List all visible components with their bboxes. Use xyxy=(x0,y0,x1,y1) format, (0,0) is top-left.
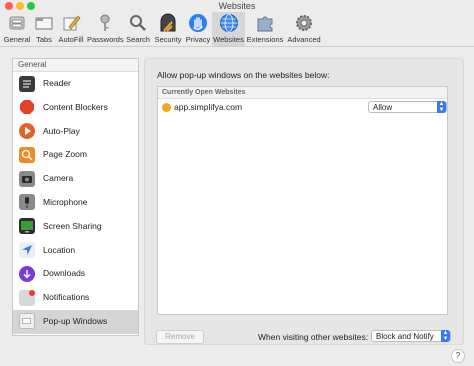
sidebar-item-label: Content Blockers xyxy=(43,101,108,112)
toolbar-search-label: Search xyxy=(126,35,150,44)
toolbar-extensions-button[interactable]: Extensions xyxy=(246,12,284,46)
sidebar-section-header: General xyxy=(13,59,138,72)
popup-settings-pane: Allow pop-up windows on the websites bel… xyxy=(144,58,464,345)
microphone-icon xyxy=(19,194,35,211)
sidebar-item-label: Pop-up Windows xyxy=(43,315,108,326)
sidebar-item-auto-play[interactable]: Auto-Play xyxy=(13,120,138,144)
popup-window-icon xyxy=(19,313,35,330)
site-name: app.simplifya.com xyxy=(174,102,243,112)
sidebar-item-reader[interactable]: Reader xyxy=(13,72,138,96)
puzzle-icon xyxy=(257,16,273,32)
websites-list: Currently Open Websites app.simplifya.co… xyxy=(157,86,448,315)
toolbar-security-button[interactable]: Security xyxy=(153,12,183,46)
toolbar-security-label: Security xyxy=(154,35,182,44)
security-gate-icon xyxy=(160,13,176,32)
close-window-icon[interactable] xyxy=(5,2,13,10)
toolbar-websites-label: Websites xyxy=(213,35,244,44)
site-favicon-icon xyxy=(162,103,171,112)
toolbar-general-label: General xyxy=(3,35,31,44)
play-icon xyxy=(19,123,35,140)
remove-button[interactable]: Remove xyxy=(156,330,204,344)
stop-icon xyxy=(19,99,35,115)
sidebar-item-content-blockers[interactable]: Content Blockers xyxy=(13,96,138,120)
zoom-icon xyxy=(19,146,35,163)
sidebar-item-location[interactable]: Location xyxy=(13,239,138,263)
sidebar-item-camera[interactable]: Camera xyxy=(13,167,138,191)
toolbar-autofill-label: AutoFill xyxy=(58,35,84,44)
toolbar-general-button[interactable]: General xyxy=(2,12,32,46)
gear-icon xyxy=(296,15,312,31)
sidebar-item-page-zoom[interactable]: Page Zoom xyxy=(13,143,138,167)
toolbar-privacy-label: Privacy xyxy=(185,35,211,44)
sidebar: General Reader Content Blockers Auto-Pla… xyxy=(12,58,139,336)
sidebar-item-downloads[interactable]: Downloads xyxy=(13,262,138,286)
toolbar-advanced-label: Advanced xyxy=(287,35,321,44)
content-area: General Reader Content Blockers Auto-Pla… xyxy=(0,47,474,366)
globe-icon xyxy=(219,14,238,32)
other-websites-value: Block and Notify xyxy=(376,332,434,341)
toolbar-privacy-button[interactable]: Privacy xyxy=(185,12,211,46)
sidebar-item-screen-sharing[interactable]: Screen Sharing xyxy=(13,215,138,239)
sidebar-item-label: Auto-Play xyxy=(43,125,80,136)
pane-title: Allow pop-up windows on the websites bel… xyxy=(157,70,330,80)
window-title: Websites xyxy=(218,1,256,11)
hand-icon xyxy=(189,14,207,32)
toolbar-passwords-button[interactable]: Passwords xyxy=(87,12,124,46)
preferences-window: Websites General Tabs AutoFill Passwords… xyxy=(0,0,474,366)
toolbar-advanced-button[interactable]: Advanced xyxy=(286,12,322,46)
sidebar-item-label: Location xyxy=(43,244,76,255)
reader-icon xyxy=(19,75,35,92)
sidebar-item-label: Notifications xyxy=(43,292,90,303)
minimize-window-icon[interactable] xyxy=(16,2,24,10)
other-websites-label: When visiting other websites: xyxy=(258,332,369,342)
download-icon xyxy=(19,265,35,282)
sidebar-item-label: Screen Sharing xyxy=(43,220,102,231)
title-bar: Websites xyxy=(0,0,474,12)
sidebar-item-label: Reader xyxy=(43,78,71,88)
toolbar-search-button[interactable]: Search xyxy=(125,12,151,46)
general-switch-icon xyxy=(9,16,25,30)
tabs-icon xyxy=(35,17,53,30)
site-setting-value: Allow xyxy=(373,103,393,112)
sidebar-item-label: Page Zoom xyxy=(43,149,87,160)
pencil-autofill-icon xyxy=(63,15,81,31)
toolbar-extensions-label: Extensions xyxy=(246,35,284,44)
sidebar-item-label: Downloads xyxy=(43,268,86,279)
help-button[interactable]: ? xyxy=(451,349,465,363)
zoom-window-icon[interactable] xyxy=(27,2,35,10)
chevron-updown-icon: ▲ ▼ xyxy=(441,330,450,342)
chevron-updown-icon: ▲ ▼ xyxy=(437,101,446,113)
list-item[interactable]: app.simplifya.com Allow ▲ ▼ xyxy=(158,99,447,115)
sidebar-item-notifications[interactable]: Notifications xyxy=(13,286,138,310)
sidebar-item-popup-windows[interactable]: Pop-up Windows xyxy=(13,309,138,334)
camera-icon xyxy=(19,170,35,187)
key-icon xyxy=(100,14,110,31)
sidebar-item-microphone[interactable]: Microphone xyxy=(13,191,138,215)
toolbar-passwords-label: Passwords xyxy=(87,35,124,44)
toolbar-websites-button[interactable]: Websites xyxy=(212,12,245,46)
list-section-header: Currently Open Websites xyxy=(158,87,447,99)
magnifier-icon xyxy=(130,15,146,31)
preferences-toolbar: General Tabs AutoFill Passwords Search S… xyxy=(0,12,474,47)
sidebar-item-label: Microphone xyxy=(43,196,88,207)
toolbar-tabs-button[interactable]: Tabs xyxy=(33,12,55,46)
location-icon xyxy=(19,242,35,259)
toolbar-autofill-button[interactable]: AutoFill xyxy=(57,12,85,46)
site-setting-select[interactable]: Allow ▲ ▼ xyxy=(368,101,447,113)
notifications-icon xyxy=(19,289,35,306)
other-websites-select[interactable]: Block and Notify ▲ ▼ xyxy=(371,330,451,342)
sidebar-item-label: Camera xyxy=(43,173,74,184)
screen-sharing-icon xyxy=(19,218,35,235)
toolbar-tabs-label: Tabs xyxy=(36,35,52,44)
